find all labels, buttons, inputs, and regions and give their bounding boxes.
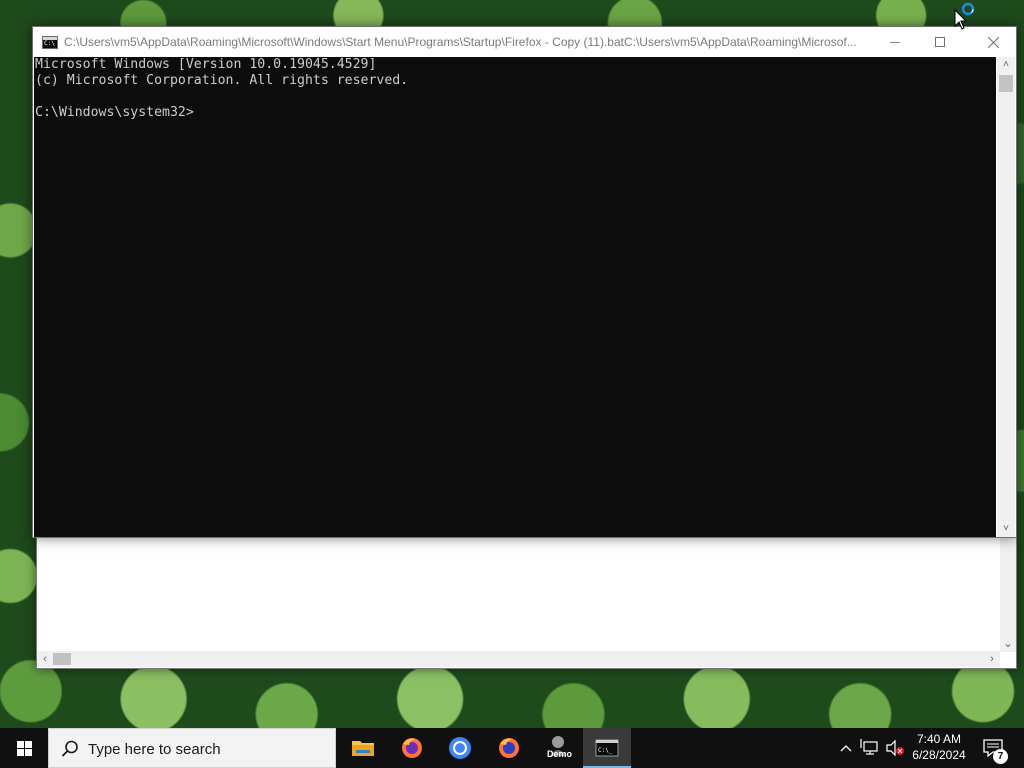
vertical-scroll-thumb[interactable]	[999, 75, 1013, 92]
start-button[interactable]	[0, 728, 48, 768]
console-prompt: C:\Windows\system32>	[35, 105, 194, 120]
command-prompt-window: C:\Users\vm5\AppData\Roaming\Microsoft\W…	[32, 26, 1017, 538]
minimize-button[interactable]	[873, 27, 918, 57]
background-window: ⌄ ‹ ›	[36, 536, 1017, 669]
cmd-app-icon[interactable]	[42, 36, 58, 49]
windows-logo-icon	[17, 741, 24, 748]
system-clock[interactable]: 7:40 AM 6/28/2024	[903, 731, 975, 763]
taskbar-search-box[interactable]	[48, 728, 336, 768]
maximize-icon	[935, 37, 945, 47]
taskbar-file-explorer[interactable]	[339, 728, 387, 768]
action-center-button[interactable]: 7	[976, 728, 1016, 768]
svg-text:C:\_: C:\_	[598, 747, 613, 754]
taskbar-command-prompt[interactable]: C:\_	[583, 728, 631, 768]
close-icon	[988, 37, 999, 48]
show-hidden-icons-button[interactable]	[836, 728, 856, 768]
clock-time: 7:40 AM	[916, 732, 962, 746]
minimize-icon	[890, 42, 900, 43]
cmd-icon: C:\_	[595, 739, 619, 757]
search-icon	[61, 740, 78, 757]
close-button[interactable]	[971, 27, 1016, 57]
busy-cursor-icon	[954, 2, 975, 30]
network-status-button[interactable]	[859, 728, 883, 768]
console-line: Microsoft Windows [Version 10.0.19045.45…	[35, 57, 377, 72]
console-vertical-scrollbar[interactable]: ˄ ˅	[997, 57, 1015, 537]
chevron-up-icon	[840, 745, 852, 752]
chrome-icon	[449, 737, 471, 759]
taskbar-firefox[interactable]	[388, 728, 436, 768]
folder-icon	[352, 741, 374, 756]
scroll-right-arrow-icon[interactable]: ›	[984, 651, 1000, 667]
firefox-icon	[499, 738, 519, 758]
clock-date: 6/28/2024	[912, 748, 966, 762]
taskbar-chrome[interactable]	[436, 728, 484, 768]
background-window-vertical-scrollbar[interactable]: ⌄	[1000, 537, 1016, 652]
title-bar[interactable]: C:\Users\vm5\AppData\Roaming\Microsoft\W…	[33, 27, 1016, 57]
scroll-up-arrow-icon[interactable]: ˄	[997, 57, 1015, 73]
search-input[interactable]	[88, 738, 318, 760]
console-line: (c) Microsoft Corporation. All rights re…	[35, 73, 409, 88]
window-title: C:\Users\vm5\AppData\Roaming\Microsoft\W…	[64, 35, 857, 49]
background-window-horizontal-scrollbar[interactable]: ‹ ›	[37, 651, 1000, 667]
scroll-left-arrow-icon[interactable]: ‹	[37, 651, 53, 667]
taskbar-firefox-2[interactable]	[485, 728, 533, 768]
demo-app-label: Demo	[547, 749, 573, 759]
taskbar: Demo C:\_ 7:40 AM 6/28/2024	[0, 728, 1024, 768]
taskbar-demo-app[interactable]: Demo	[534, 728, 582, 768]
demo-app-icon	[550, 736, 566, 756]
firefox-icon	[402, 738, 422, 758]
scroll-down-arrow-icon[interactable]: ⌄	[1000, 636, 1016, 652]
network-icon	[860, 739, 878, 755]
horizontal-scroll-thumb[interactable]	[53, 653, 71, 665]
scroll-down-arrow-icon[interactable]: ˅	[997, 521, 1015, 537]
notification-count-badge: 7	[993, 749, 1008, 764]
console-output[interactable]: Microsoft Windows [Version 10.0.19045.45…	[34, 57, 996, 537]
